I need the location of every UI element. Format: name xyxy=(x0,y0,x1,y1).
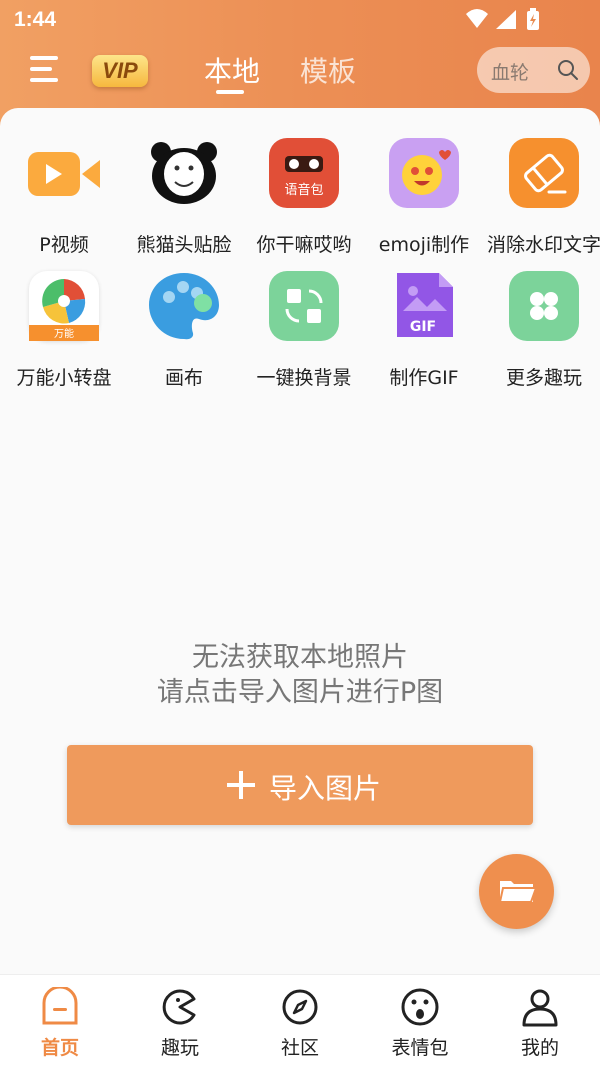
home-icon xyxy=(42,987,78,1025)
tool-label: 消除水印文字 xyxy=(486,234,600,256)
voice-pack-badge: 语音包 xyxy=(284,182,323,198)
tool-emoji-maker[interactable]: emoji制作 xyxy=(364,138,484,257)
empty-state-line2: 请点击导入图片进行P图 xyxy=(156,677,444,708)
folder-icon xyxy=(498,881,538,903)
video-icon xyxy=(28,138,100,208)
nav-label: 我的 xyxy=(520,1037,559,1059)
tool-canvas[interactable]: 画布 xyxy=(124,271,244,390)
tool-label: 一键换背景 xyxy=(256,367,352,389)
surprised-face-icon xyxy=(401,988,439,1026)
gif-icon: GIF xyxy=(389,271,459,341)
tool-spin-wheel[interactable]: 万能 万能小转盘 xyxy=(4,271,124,390)
plus-icon xyxy=(227,771,255,799)
panda-face-icon xyxy=(149,138,219,208)
empty-state-message: 无法获取本地照片 请点击导入图片进行P图 xyxy=(0,640,600,710)
status-icons xyxy=(466,8,539,30)
status-time: 1:44 xyxy=(14,8,57,31)
tool-remove-watermark[interactable]: 消除水印文字 xyxy=(484,138,600,257)
menu-line xyxy=(30,56,58,60)
tool-label: 万能小转盘 xyxy=(16,367,112,389)
bottom-nav: 首页 趣玩 社区 表情包 我的 xyxy=(0,974,600,1066)
battery-icon xyxy=(527,8,539,30)
nav-profile[interactable]: 我的 xyxy=(480,987,600,1060)
wheel-badge: 万能 xyxy=(54,327,74,340)
wheel-icon: 万能 xyxy=(29,271,99,341)
tool-label: 画布 xyxy=(164,367,203,389)
status-bar: 1:44 xyxy=(0,0,600,40)
nav-fun[interactable]: 趣玩 xyxy=(120,987,240,1060)
profile-icon xyxy=(522,989,558,1027)
tool-label: 熊猫头贴脸 xyxy=(136,234,232,256)
main-content: P视频 熊猫头贴脸 语音包 你干嘛哎哟 emoji制作 消除水印文字 万能 万能… xyxy=(0,108,600,974)
swap-background-icon xyxy=(269,271,339,341)
eraser-icon xyxy=(509,138,579,208)
signal-icon xyxy=(496,10,516,29)
tool-change-background[interactable]: 一键换背景 xyxy=(244,271,364,390)
emoji-icon xyxy=(389,138,459,208)
nav-stickers[interactable]: 表情包 xyxy=(360,987,480,1060)
menu-button[interactable] xyxy=(28,52,62,86)
search-box[interactable]: 血轮 xyxy=(477,47,590,93)
tool-make-gif[interactable]: GIF 制作GIF xyxy=(364,271,484,390)
nav-community[interactable]: 社区 xyxy=(240,987,360,1060)
more-icon xyxy=(509,271,579,341)
import-image-label: 导入图片 xyxy=(269,772,382,805)
tab-templates[interactable]: 模板 xyxy=(300,50,356,90)
import-image-button[interactable]: 导入图片 xyxy=(67,745,533,825)
gif-badge: GIF xyxy=(410,319,436,335)
nav-label: 表情包 xyxy=(391,1037,449,1059)
menu-line xyxy=(30,67,52,71)
menu-line xyxy=(30,78,58,82)
tool-label: 制作GIF xyxy=(389,367,459,389)
nav-label: 社区 xyxy=(280,1037,319,1059)
vip-badge[interactable]: VIP xyxy=(92,55,148,87)
search-placeholder: 血轮 xyxy=(491,62,530,84)
tool-panda-face[interactable]: 熊猫头贴脸 xyxy=(124,138,244,257)
voice-pack-icon: 语音包 xyxy=(269,138,339,208)
tab-underline xyxy=(216,90,244,94)
search-icon xyxy=(558,60,578,80)
tool-label: 你干嘛哎哟 xyxy=(256,234,352,256)
wifi-icon xyxy=(466,9,488,28)
tool-label: emoji制作 xyxy=(378,234,470,256)
tab-local[interactable]: 本地 xyxy=(204,50,260,90)
tool-more-fun[interactable]: 更多趣玩 xyxy=(484,271,600,390)
empty-state-line1: 无法获取本地照片 xyxy=(192,642,408,673)
open-folder-button[interactable] xyxy=(479,854,554,929)
nav-label: 趣玩 xyxy=(160,1037,199,1059)
compass-icon xyxy=(282,989,318,1025)
tool-p-video[interactable]: P视频 xyxy=(4,138,124,257)
tool-label: P视频 xyxy=(39,234,89,256)
nav-label: 首页 xyxy=(40,1037,79,1059)
nav-home[interactable]: 首页 xyxy=(0,987,120,1060)
fun-icon xyxy=(162,989,196,1025)
palette-icon xyxy=(149,271,219,341)
tool-voice-pack[interactable]: 语音包 你干嘛哎哟 xyxy=(244,138,364,257)
tool-label: 更多趣玩 xyxy=(505,367,582,389)
